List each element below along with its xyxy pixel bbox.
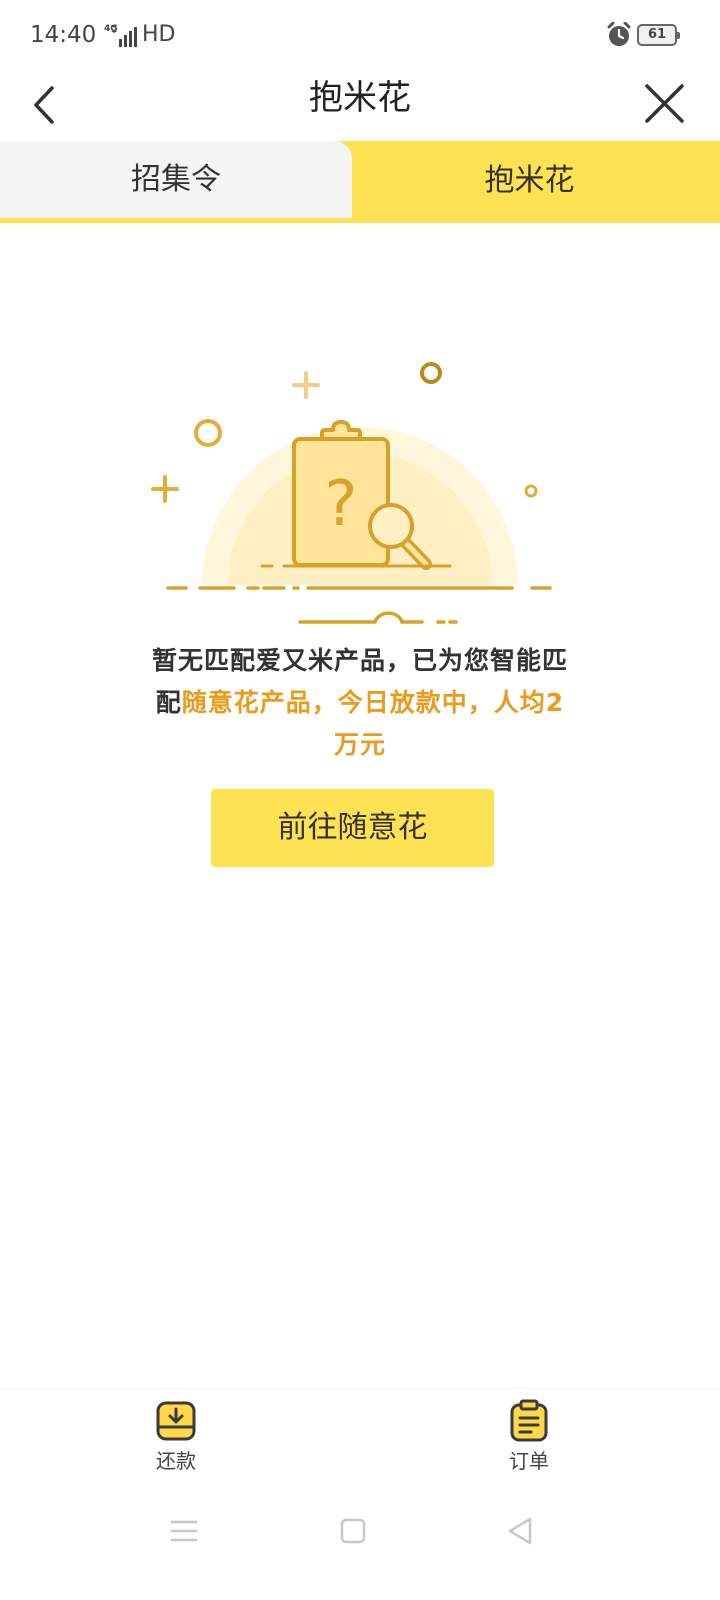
app-screen: 14:40 4G HD 61 抱米花 招集令 抱米花 ? 暂无匹配爱又米产品，已…: [0, 0, 720, 1600]
bottom-nav-orders[interactable]: 订单: [469, 1399, 589, 1474]
page-title: 抱米花: [309, 78, 411, 118]
home-icon[interactable]: [333, 1511, 373, 1551]
menu-icon[interactable]: [164, 1511, 204, 1551]
download-tray-icon: [156, 1401, 196, 1441]
clipboard-icon: [510, 1399, 548, 1442]
back-triangle-icon[interactable]: [501, 1511, 541, 1551]
tab-bar: 招集令 抱米花: [0, 141, 720, 223]
close-icon[interactable]: [640, 78, 690, 128]
signal-icon: [111, 25, 137, 47]
empty-state-message: 暂无匹配爱又米产品，已为您智能匹配随意花产品，今日放款中，人均2万元: [150, 640, 570, 766]
status-bar: 14:40 4G HD 61: [0, 0, 720, 70]
bottom-nav-orders-label: 订单: [509, 1449, 549, 1473]
battery-icon: 61: [637, 24, 680, 46]
bottom-nav: 还款 订单: [0, 1388, 720, 1483]
tab-zhaojiling[interactable]: 招集令: [0, 141, 352, 218]
svg-text:?: ?: [325, 467, 358, 540]
alarm-icon: [607, 22, 631, 46]
back-arrow-icon[interactable]: [24, 78, 68, 132]
bottom-nav-repay-label: 还款: [156, 1449, 196, 1473]
go-to-suiyihua-button[interactable]: 前往随意花: [211, 789, 494, 867]
tab-baomihua[interactable]: 抱米花: [353, 141, 706, 223]
empty-search-illustration: ?: [151, 362, 552, 624]
status-time: 14:40: [30, 22, 97, 48]
empty-message-highlight: 随意花产品，今日放款中，人均2万元: [181, 688, 565, 759]
system-nav-bar: [0, 1483, 720, 1600]
bottom-nav-repay[interactable]: 还款: [116, 1399, 236, 1474]
hd-indicator: HD: [142, 22, 176, 47]
nav-bar: 抱米花: [0, 70, 720, 140]
